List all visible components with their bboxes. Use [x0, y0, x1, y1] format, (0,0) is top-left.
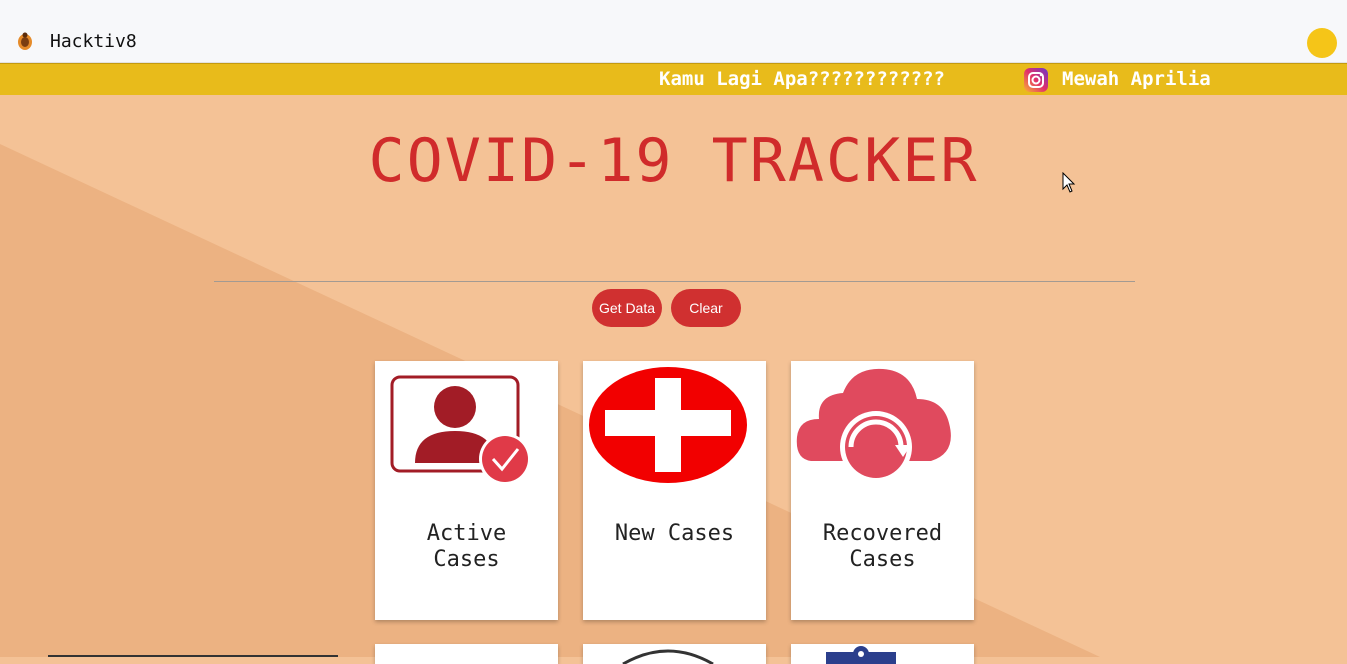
- red-cross-icon: [583, 361, 766, 490]
- brand[interactable]: Hacktiv8: [10, 28, 137, 54]
- brand-name: Hacktiv8: [50, 30, 137, 52]
- card-new-cases[interactable]: New Cases: [583, 361, 766, 620]
- navbar: Hacktiv8: [0, 0, 1347, 63]
- instagram-name[interactable]: Mewah Aprilia: [1062, 68, 1211, 90]
- divider: [214, 281, 1135, 282]
- card-row2-2[interactable]: [583, 644, 766, 664]
- card-label: Active Cases: [426, 521, 507, 572]
- user-avatar[interactable]: [1307, 28, 1337, 58]
- marquee-banner: Kamu Lagi Apa???????????? Mewah Aprilia: [0, 63, 1347, 95]
- location-icon: [826, 646, 896, 664]
- get-data-button[interactable]: Get Data: [592, 289, 662, 327]
- card-row2-1[interactable]: [375, 644, 558, 664]
- mouse-cursor-icon: [1062, 171, 1076, 198]
- user-check-icon: [375, 361, 558, 490]
- marquee-text: Kamu Lagi Apa????????????: [659, 68, 945, 90]
- circle-icon: [622, 649, 714, 664]
- page-title: COVID-19 TRACKER: [368, 126, 979, 196]
- card-row2-3[interactable]: [791, 644, 974, 664]
- card-label: Recovered Cases: [822, 521, 943, 572]
- card-label: New Cases: [614, 521, 735, 546]
- hacktiv8-logo-icon: [10, 28, 40, 54]
- cloud-recover-icon: [791, 361, 974, 490]
- instagram-icon[interactable]: [1023, 67, 1049, 93]
- card-recovered-cases[interactable]: Recovered Cases: [791, 361, 974, 620]
- card-active-cases[interactable]: Active Cases: [375, 361, 558, 620]
- clear-button[interactable]: Clear: [671, 289, 741, 327]
